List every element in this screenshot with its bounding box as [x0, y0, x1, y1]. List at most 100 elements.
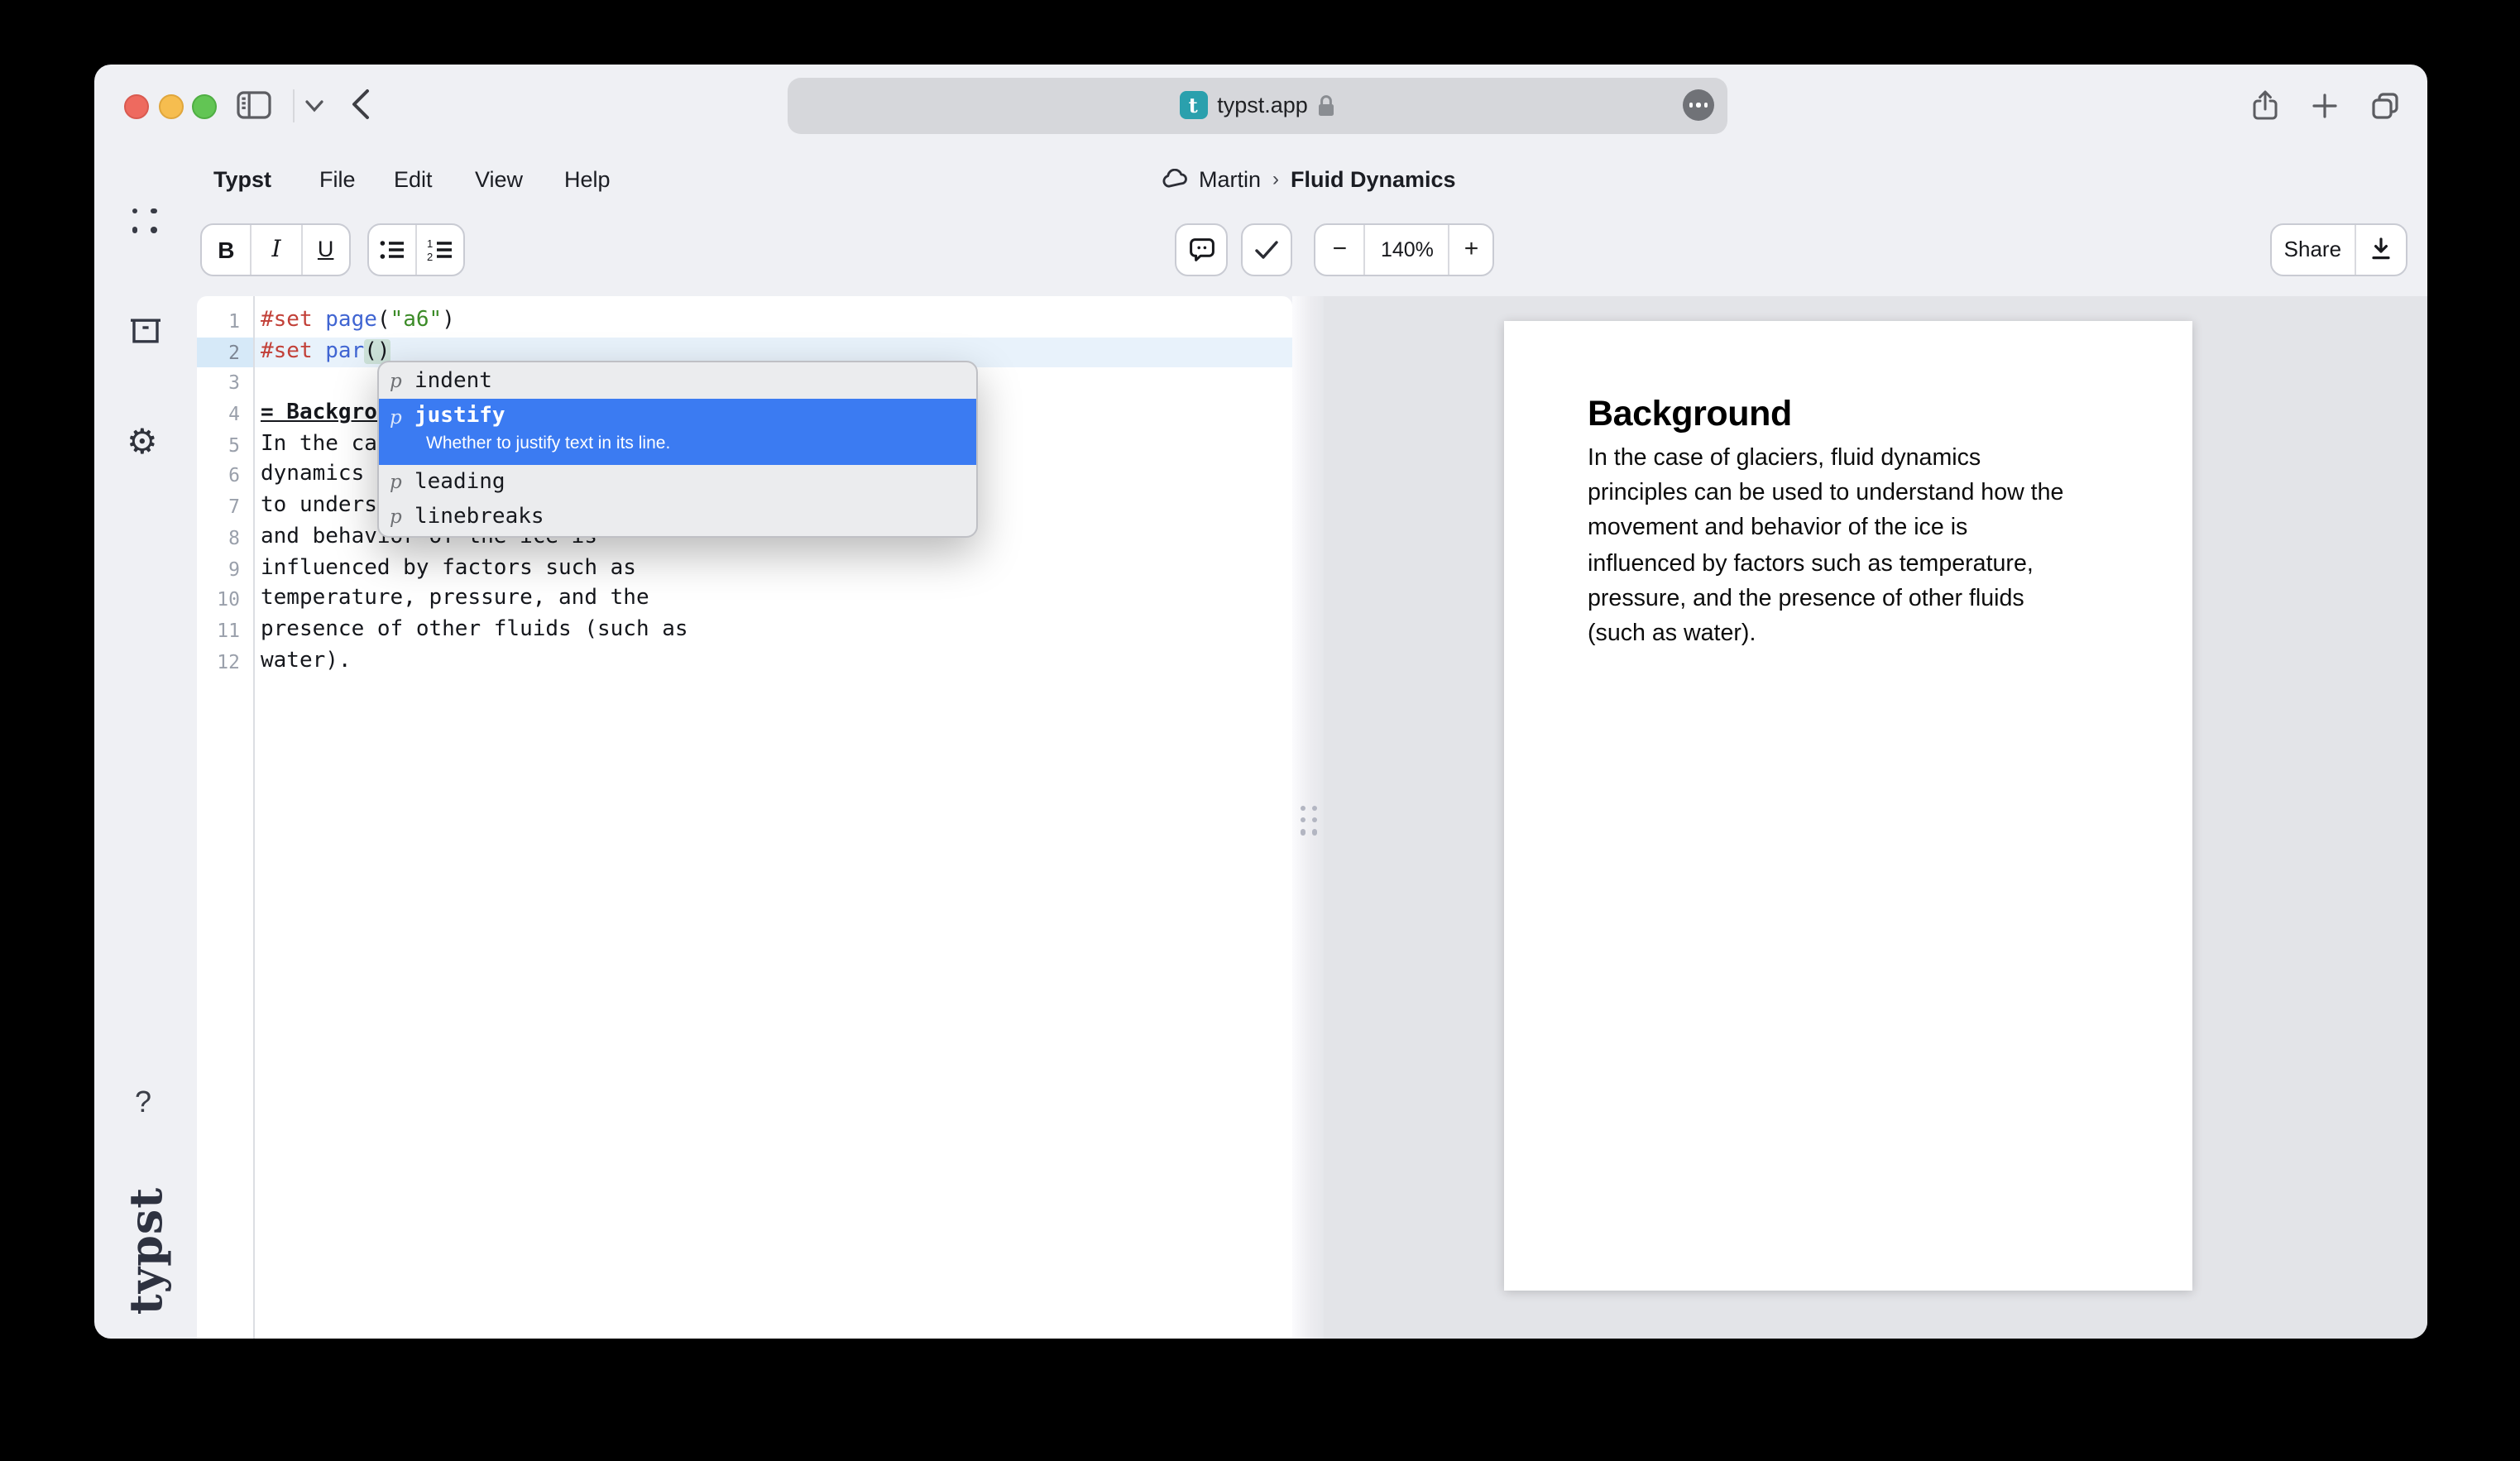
browser-window: t typst.app [93, 64, 2427, 1338]
zoom-in-button[interactable]: + [1449, 224, 1492, 274]
share-button[interactable]: Share [2271, 224, 2355, 274]
parameter-kind-icon: p [390, 505, 414, 528]
autocomplete-item-indent[interactable]: pindent [378, 363, 975, 398]
italic-button[interactable]: I [251, 224, 301, 274]
menu-typst[interactable]: Typst [213, 167, 271, 192]
underline-button[interactable]: U [300, 224, 349, 274]
comments-button[interactable] [1176, 224, 1226, 274]
close-window-button[interactable] [124, 94, 149, 119]
help-icon[interactable]: ? [135, 1085, 151, 1119]
preview-body-line: pressure, and the presence of other flui… [1588, 582, 2063, 617]
preview-page: Background In the case of glaciers, flui… [1503, 321, 2192, 1291]
line-number: 1 [197, 306, 253, 337]
comment-bubble-icon [1187, 236, 1215, 262]
preview-body-line: principles can be used to understand how… [1588, 477, 2063, 511]
code-line-text: influenced by factors such as [253, 553, 1292, 584]
code-line[interactable]: 1#set page("a6") [197, 306, 1292, 337]
line-number: 11 [197, 616, 253, 646]
zoom-out-button[interactable]: − [1315, 224, 1364, 274]
address-bar[interactable]: t typst.app [788, 77, 1727, 133]
download-button[interactable] [2355, 224, 2405, 274]
svg-text:1: 1 [426, 237, 432, 249]
tab-overview-icon[interactable] [2369, 89, 2400, 122]
breadcrumb-separator: › [1272, 167, 1279, 190]
download-icon [2369, 237, 2392, 261]
line-number: 7 [197, 491, 253, 522]
preview-body: In the case of glaciers, fluid dynamicsp… [1588, 442, 2063, 652]
line-number: 8 [197, 523, 253, 553]
code-line-text: presence of other fluids (such as [253, 616, 1292, 646]
line-number: 5 [197, 430, 253, 461]
gutter-divider [253, 296, 255, 1338]
menu-view[interactable]: View [475, 167, 523, 192]
typst-logo[interactable]: typst [97, 1176, 196, 1324]
files-tray-icon[interactable] [128, 315, 161, 345]
preview-body-line: (such as water). [1588, 617, 2063, 652]
chevron-down-icon[interactable] [304, 98, 323, 113]
line-number: 2 [197, 337, 253, 367]
preview-body-line: In the case of glaciers, fluid dynamics [1588, 442, 2063, 477]
cloud-icon [1161, 169, 1187, 189]
chrome-divider [292, 89, 294, 122]
page-settings-icon[interactable] [1683, 89, 1714, 121]
code-line-text: #set page("a6") [253, 306, 1292, 337]
menu-file[interactable]: File [319, 167, 356, 192]
lock-icon [1318, 93, 1336, 117]
url-text: typst.app [1217, 93, 1308, 117]
autocomplete-item-justify[interactable]: pjustify Whether to justify text in its l… [378, 398, 975, 464]
svg-text:2: 2 [426, 250, 432, 261]
app-grid-icon[interactable] [132, 208, 158, 234]
share-page-icon[interactable] [2249, 89, 2279, 122]
menu-help[interactable]: Help [564, 167, 611, 192]
parameter-kind-icon: p [390, 470, 414, 493]
preview-body-line: influenced by factors such as temperatur… [1588, 547, 2063, 582]
preview-heading: Background [1588, 394, 1792, 435]
back-icon[interactable] [350, 88, 370, 121]
parameter-kind-icon: p [390, 405, 414, 428]
parameter-kind-icon: p [390, 369, 414, 392]
line-number: 4 [197, 399, 253, 429]
breadcrumb: Martin › Fluid Dynamics [1161, 166, 1456, 191]
code-line[interactable]: 9influenced by factors such as [197, 553, 1292, 584]
code-line[interactable]: 10temperature, pressure, and the [197, 584, 1292, 615]
compile-status-button[interactable] [1243, 224, 1291, 274]
autocomplete-popup: pindentpjustifyWhether to justify text i… [376, 360, 977, 537]
typst-favicon: t [1179, 91, 1207, 119]
pane-drag-handle[interactable] [1301, 806, 1317, 835]
numbered-list-icon: 1 2 [426, 237, 453, 261]
minimize-window-button[interactable] [158, 94, 183, 119]
screen: t typst.app [0, 0, 2520, 1461]
bold-button[interactable]: B [202, 224, 251, 274]
breadcrumb-project: Fluid Dynamics [1291, 166, 1456, 191]
zoom-level[interactable]: 140% [1364, 224, 1449, 274]
preview-pane[interactable]: Background In the case of glaciers, flui… [1324, 296, 2427, 1338]
line-number: 3 [197, 368, 253, 399]
code-line-text: temperature, pressure, and the [253, 584, 1292, 615]
autocomplete-label: indent [414, 368, 492, 393]
autocomplete-item-linebreaks[interactable]: plinebreaks [378, 499, 975, 534]
numbered-list-button[interactable]: 1 2 [415, 224, 462, 274]
zoom-window-button[interactable] [192, 94, 217, 119]
code-line-text: water). [253, 646, 1292, 677]
code-line[interactable]: 12water). [197, 646, 1292, 677]
bullet-list-icon [378, 237, 405, 261]
pane-divider [1292, 296, 1324, 1338]
line-number: 9 [197, 553, 253, 584]
autocomplete-label: leading [414, 469, 505, 494]
bullet-list-button[interactable] [368, 224, 415, 274]
line-number: 10 [197, 584, 253, 615]
autocomplete-label: linebreaks [414, 504, 544, 529]
autocomplete-item-leading[interactable]: pleading [378, 464, 975, 499]
autocomplete-label: justify [414, 404, 505, 429]
new-tab-icon[interactable] [2309, 89, 2339, 122]
menu-edit[interactable]: Edit [394, 167, 433, 192]
settings-gear-icon[interactable]: ⚙ [127, 421, 158, 461]
code-line[interactable]: 11presence of other fluids (such as [197, 616, 1292, 646]
line-number: 6 [197, 461, 253, 491]
checkmark-icon [1254, 239, 1279, 259]
preview-body-line: movement and behavior of the ice is [1588, 512, 2063, 547]
autocomplete-description: Whether to justify text in its line. [390, 433, 975, 454]
sidebar-toggle-icon[interactable] [236, 91, 271, 119]
line-number: 12 [197, 646, 253, 677]
breadcrumb-owner[interactable]: Martin [1199, 166, 1261, 191]
